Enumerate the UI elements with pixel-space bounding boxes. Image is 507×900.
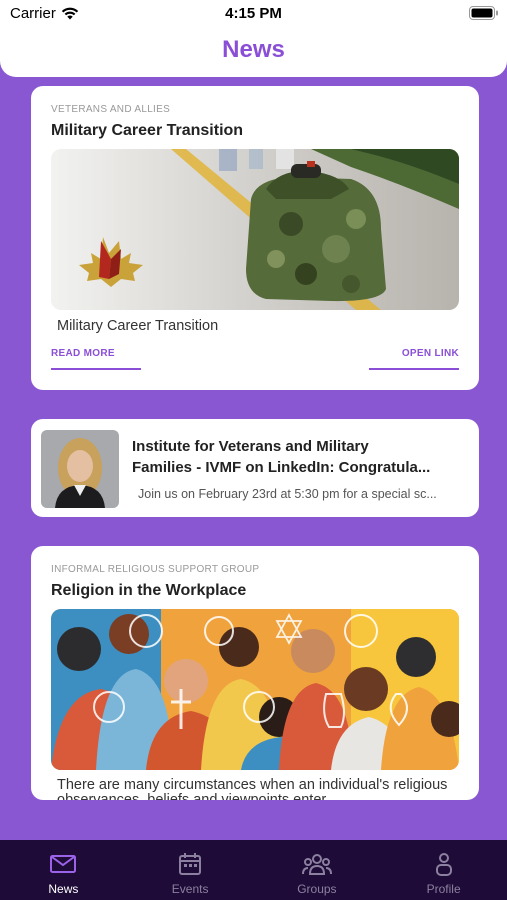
status-bar: Carrier 4:15 PM <box>0 0 507 30</box>
read-more-underline <box>51 368 141 370</box>
card-subtitle: Military Career Transition <box>57 318 219 334</box>
card-title: Institute for Veterans and Military Fami… <box>132 436 472 478</box>
tab-events[interactable]: Events <box>127 840 254 900</box>
card-image-military-backpack <box>51 149 459 310</box>
open-link-underline <box>369 368 459 370</box>
calendar-icon <box>179 853 202 875</box>
card-image-religious-crowd <box>51 609 459 770</box>
tab-bar: News Events Groups Profile <box>0 840 507 900</box>
tab-label: Events <box>171 882 209 896</box>
mail-icon <box>50 855 77 873</box>
card-description: There are many circumstances when an ind… <box>57 777 448 801</box>
card-title: Military Career Transition <box>51 122 244 139</box>
groups-icon <box>301 854 332 875</box>
tab-label: Profile <box>426 882 461 896</box>
card-title-line-2: Families - IVMF on LinkedIn: Congratula.… <box>132 459 431 476</box>
card-category: INFORMAL RELIGIOUS SUPPORT GROUP <box>51 564 260 575</box>
read-more-link[interactable]: READ MORE <box>51 348 115 359</box>
status-time: 4:15 PM <box>225 5 282 22</box>
card-title-line-1: Institute for Veterans and Military <box>132 438 369 455</box>
news-card[interactable]: VETERANS AND ALLIES Military Career Tran… <box>31 86 479 390</box>
tab-groups[interactable]: Groups <box>254 840 381 900</box>
news-card[interactable]: INFORMAL RELIGIOUS SUPPORT GROUP Religio… <box>31 546 479 800</box>
linkedin-news-card[interactable]: Institute for Veterans and Military Fami… <box>31 419 479 517</box>
tab-profile[interactable]: Profile <box>380 840 507 900</box>
battery-icon <box>469 6 498 20</box>
card-category: VETERANS AND ALLIES <box>51 104 171 115</box>
page-header: News <box>0 30 507 77</box>
tab-label: News <box>48 882 79 896</box>
card-title: Religion in the Workplace <box>51 582 247 599</box>
tab-label: Groups <box>297 882 337 896</box>
page-title: News <box>222 36 285 63</box>
author-avatar <box>41 430 119 508</box>
tab-news[interactable]: News <box>0 840 127 900</box>
card-description: Join us on February 23rd at 5:30 pm for … <box>138 487 437 501</box>
open-link-link[interactable]: OPEN LINK <box>402 348 459 359</box>
profile-icon <box>435 853 452 876</box>
